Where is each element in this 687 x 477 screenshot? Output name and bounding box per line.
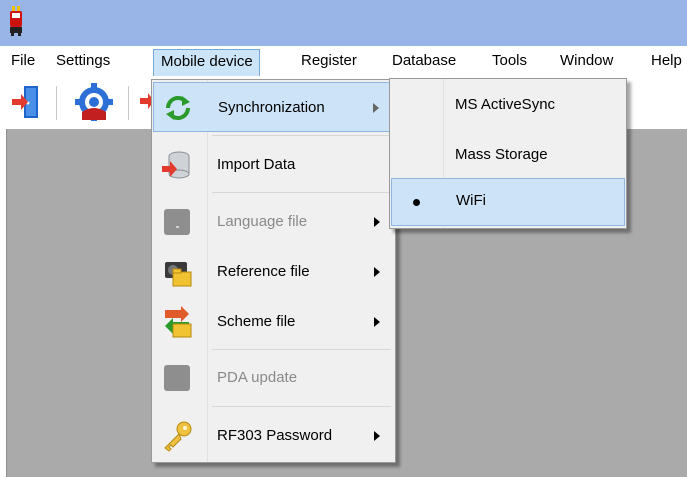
submenu-arrow-icon [374, 217, 380, 227]
menu-item-reference-file[interactable]: Reference file [153, 247, 394, 297]
menu-file[interactable]: File [11, 52, 35, 74]
submenu-arrow-icon [374, 317, 380, 327]
menu-tools[interactable]: Tools [492, 52, 527, 74]
menu-item-pda-update[interactable]: PDA update [153, 353, 394, 403]
menu-item-scheme-file[interactable]: Scheme file [153, 297, 394, 347]
menu-item-label: Scheme file [217, 313, 296, 330]
menu-item-label: Language file [217, 213, 308, 230]
synchronization-submenu: MS ActiveSync Mass Storage WiFi [389, 78, 627, 229]
toolbar-separator [128, 86, 129, 120]
reference-file-icon [165, 262, 192, 287]
title-bar [0, 0, 687, 46]
submenu-item-ms-activesync[interactable]: MS ActiveSync [391, 80, 625, 130]
menu-item-language-file[interactable]: Language file [153, 197, 394, 247]
scheme-file-icon [165, 306, 192, 338]
import-data-icon [162, 151, 190, 179]
menu-item-synchronization[interactable]: Synchronization [153, 82, 394, 132]
menu-item-label: Synchronization [218, 99, 325, 116]
menu-item-import-data[interactable]: Import Data [153, 140, 394, 190]
submenu-item-wifi[interactable]: WiFi [391, 178, 625, 226]
submenu-item-mass-storage[interactable]: Mass Storage [391, 130, 625, 180]
menu-separator [212, 349, 391, 350]
submenu-item-label: WiFi [456, 192, 486, 209]
key-icon [164, 421, 192, 452]
mobile-device-menu: Synchronization Import Data Language fil… [151, 79, 396, 463]
settings-gear-icon[interactable] [74, 82, 114, 122]
menu-item-rf303-password[interactable]: RF303 Password [153, 411, 394, 461]
submenu-arrow-icon [374, 431, 380, 441]
menu-bar: File Settings Mobile device Register Dat… [0, 46, 687, 77]
menu-item-label: Import Data [217, 156, 296, 173]
menu-mobile-device[interactable]: Mobile device [153, 49, 260, 77]
menu-separator [212, 135, 391, 136]
submenu-arrow-icon [374, 267, 380, 277]
pda-update-icon [164, 365, 190, 391]
language-file-icon [164, 209, 190, 235]
menu-separator [212, 192, 391, 193]
submenu-item-label: MS ActiveSync [455, 96, 556, 113]
sync-icon [166, 96, 190, 120]
toolbar-separator [56, 86, 57, 120]
menu-help[interactable]: Help [651, 52, 682, 74]
menu-register[interactable]: Register [301, 52, 357, 74]
menu-settings[interactable]: Settings [56, 52, 110, 74]
selected-radio-bullet-icon [413, 199, 420, 206]
app-icon[interactable] [8, 6, 24, 36]
menu-item-label: PDA update [217, 369, 298, 386]
exit-icon[interactable] [10, 84, 44, 120]
submenu-item-label: Mass Storage [455, 146, 548, 163]
menu-item-label: RF303 Password [217, 427, 333, 444]
menu-window[interactable]: Window [560, 52, 613, 74]
submenu-arrow-icon [373, 103, 379, 113]
menu-separator [212, 406, 391, 407]
menu-database[interactable]: Database [392, 52, 456, 74]
menu-item-label: Reference file [217, 263, 310, 280]
